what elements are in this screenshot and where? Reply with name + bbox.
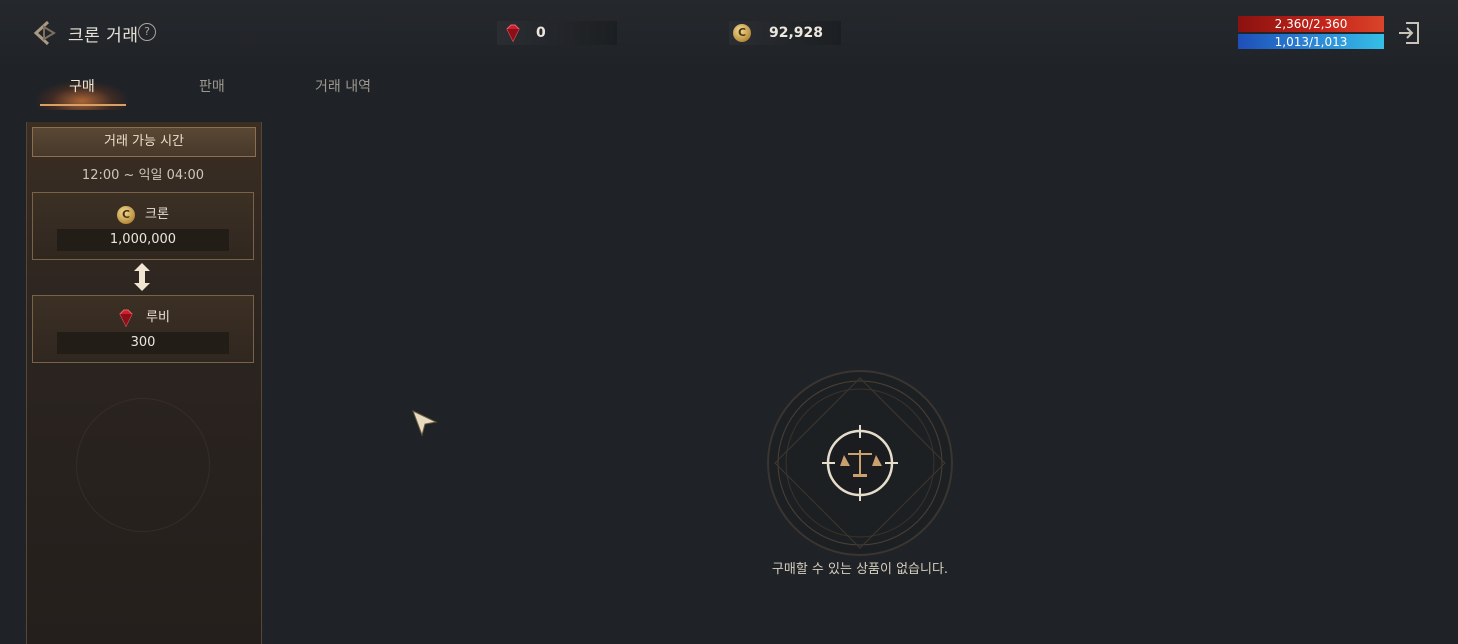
cron-coin-icon: C [117,205,136,224]
ruby-card-label: 루비 [146,310,170,325]
hp-bar: 2,360/2,360 [1238,16,1384,32]
ruby-exchange-amount: 300 [57,332,229,354]
cron-coin-icon: C [733,24,751,42]
question-circle-icon[interactable]: ? [138,23,156,41]
tab-sell[interactable]: 판매 [199,76,225,96]
cursor-icon [412,410,438,437]
top-bar: 크론 거래 ? 0 92,928 C 2,360/2,360 1,013/1,0… [0,0,1458,64]
ruby-gem-icon [506,24,520,43]
cron-exchange-amount: 1,000,000 [57,229,229,251]
up-down-arrow-icon [134,263,150,291]
trade-hours-time: 12:00 ~ 익일 04:00 [81,168,205,183]
balance-scale-icon [767,370,953,556]
tab-buy[interactable]: 구매 [69,76,95,96]
hp-value: 2,360/2,360 [1274,17,1348,31]
back-icon[interactable] [30,18,60,48]
cron-exchange-card: C 크론 1,000,000 [32,192,254,260]
ruby-amount: 0 [536,25,546,41]
mp-value: 1,013/1,013 [1274,35,1348,49]
page-title: 크론 거래 [68,26,139,46]
trade-hours-header: 거래 가능 시간 [32,127,256,157]
tab-history[interactable]: 거래 내역 [315,76,371,96]
ruby-card-title: 루비 [33,306,253,328]
cron-card-title: C 크론 [33,203,253,224]
exit-icon[interactable] [1396,20,1422,46]
panel-decoration [76,398,210,532]
empty-state-message: 구매할 수 있는 상품이 없습니다. [771,562,949,577]
ruby-gem-icon [119,309,133,327]
cron-amount: 92,928 [769,25,824,41]
tab-bar: 구매 판매 거래 내역 [0,64,420,112]
ruby-exchange-card: 루비 300 [32,295,254,363]
cron-card-label: 크론 [145,207,169,222]
mp-bar: 1,013/1,013 [1238,34,1384,49]
